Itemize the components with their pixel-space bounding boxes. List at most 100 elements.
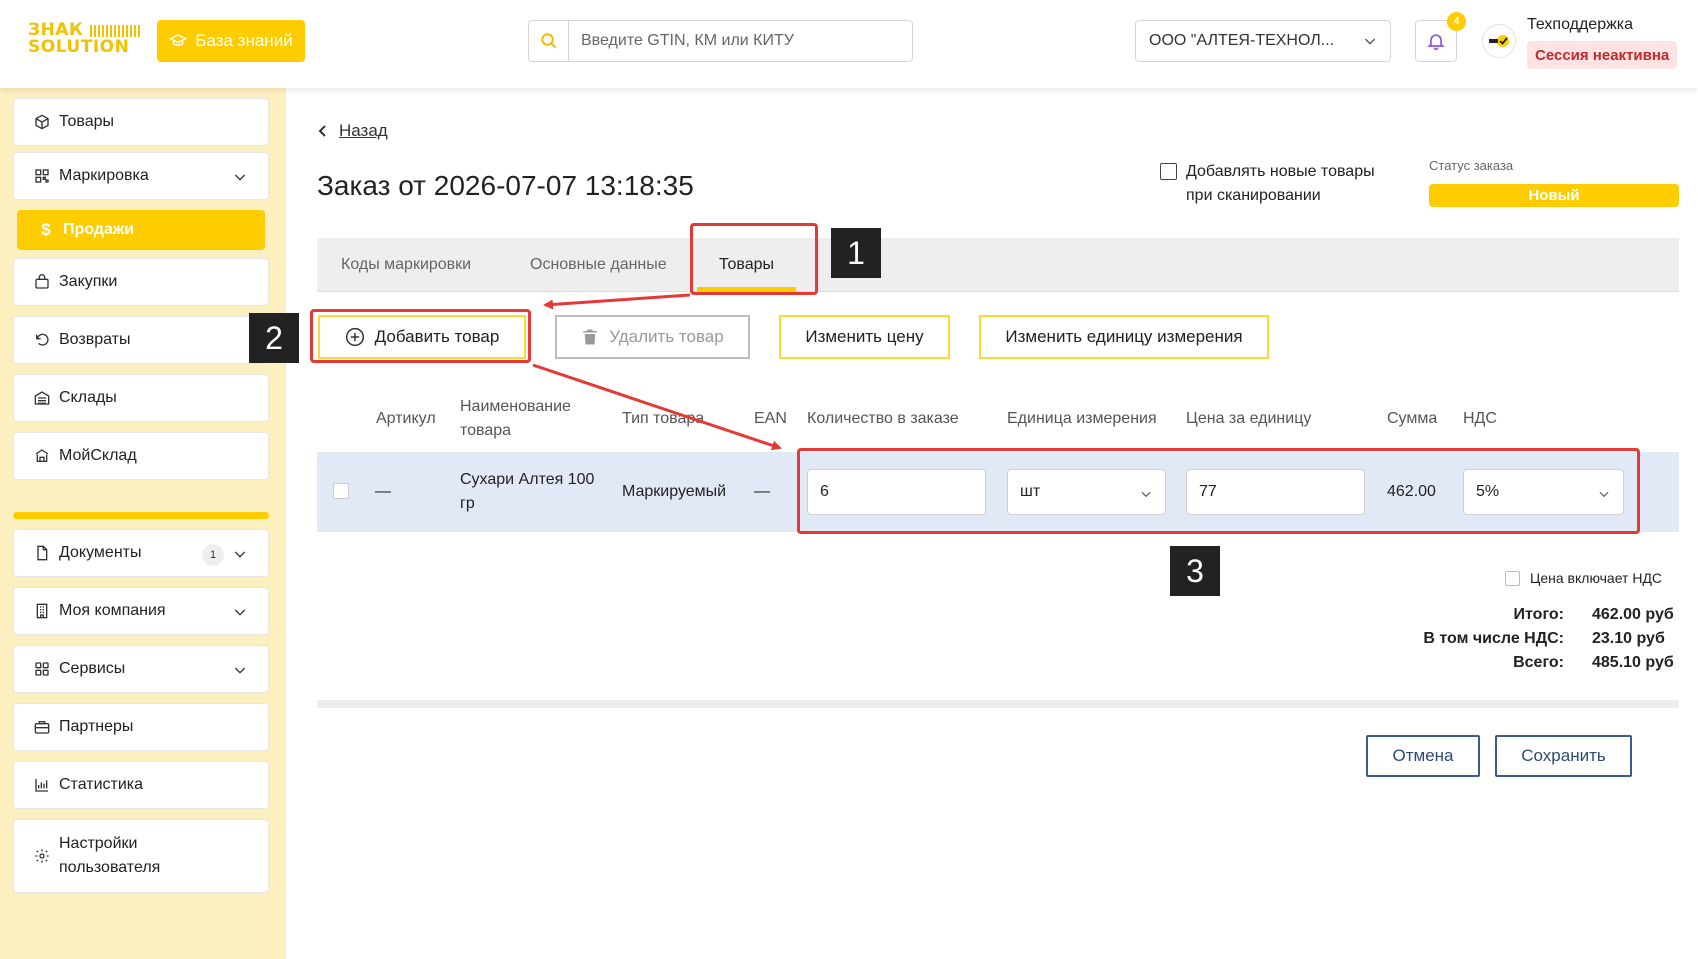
top-header: ЗНАК SOLUTION База знаний ООО "АЛТЕЯ-ТЕХ… xyxy=(0,0,1698,88)
sidebar-item-statistics[interactable]: Статистика xyxy=(13,761,269,809)
sidebar-item-partners[interactable]: Партнеры xyxy=(13,703,269,751)
order-status-badge: Новый xyxy=(1429,184,1679,207)
graduation-cap-icon xyxy=(169,34,188,46)
logo-barcode-icon xyxy=(90,25,140,37)
notifications-button[interactable]: 4 xyxy=(1415,12,1466,62)
sidebar-item-user-settings[interactable]: Настройки пользователя xyxy=(13,819,269,893)
box-icon xyxy=(34,114,50,130)
checkbox[interactable] xyxy=(1160,163,1177,180)
checkbox[interactable] xyxy=(1505,570,1520,586)
building-icon xyxy=(34,603,50,619)
sidebar-item-label: Сервисы xyxy=(59,660,126,677)
organization-name: ООО "АЛТЕЯ-ТЕХНОЛ... xyxy=(1149,32,1335,49)
logo-line2: SOLUTION xyxy=(28,37,130,57)
search-box[interactable] xyxy=(528,20,913,62)
divider xyxy=(317,700,1679,708)
annotation-number-3: 3 xyxy=(1170,546,1220,596)
grand-total-label: Всего: xyxy=(1513,654,1564,671)
sidebar-item-returns[interactable]: Возвраты xyxy=(13,316,269,364)
knowledge-base-button[interactable]: База знаний xyxy=(157,20,305,62)
sidebar-item-warehouses[interactable]: Склады xyxy=(13,374,269,422)
back-link[interactable]: Назад xyxy=(317,121,388,141)
col-header-qty: Количество в заказе xyxy=(807,410,959,427)
add-new-on-scan-checkbox[interactable]: Добавлять новые товары при сканировании xyxy=(1160,160,1391,208)
chevron-down-icon xyxy=(1364,38,1376,45)
grand-total-value: 485.10 руб xyxy=(1592,654,1674,671)
back-label: Назад xyxy=(339,121,388,140)
row-checkbox[interactable] xyxy=(333,483,349,499)
sidebar-item-label: Склады xyxy=(59,389,117,406)
sidebar-item-services[interactable]: Сервисы xyxy=(13,645,269,693)
return-icon xyxy=(34,332,50,348)
price-includes-vat-label: Цена включает НДС xyxy=(1530,570,1663,586)
sidebar-item-label: Товары xyxy=(59,113,115,130)
sidebar-item-marking[interactable]: Маркировка xyxy=(13,152,269,200)
bell-icon xyxy=(1427,34,1445,51)
notification-count-badge: 4 xyxy=(1447,12,1466,31)
warehouse-icon xyxy=(34,390,50,406)
change-price-button[interactable]: Изменить цену xyxy=(779,315,950,359)
chevron-down-icon xyxy=(234,174,246,181)
sidebar: Товары Маркировка $ Продажи Закупки Возв… xyxy=(0,88,286,959)
tab-marking-codes[interactable]: Коды маркировки xyxy=(341,238,471,292)
col-header-ean: EAN xyxy=(754,410,787,427)
grid-icon xyxy=(34,168,50,184)
markbox-logo-icon xyxy=(1485,27,1513,55)
sidebar-item-sales[interactable]: $ Продажи xyxy=(17,210,265,250)
sidebar-item-label: Возвраты xyxy=(59,331,131,348)
sidebar-item-my-company[interactable]: Моя компания xyxy=(13,587,269,635)
sidebar-item-label: Статистика xyxy=(59,776,144,793)
logo[interactable]: ЗНАК SOLUTION xyxy=(28,22,143,60)
trash-icon xyxy=(583,329,598,345)
add-new-on-scan-label: Добавлять новые товары при сканировании xyxy=(1186,163,1375,204)
annotation-number-1: 1 xyxy=(831,228,881,278)
sidebar-item-moysklad[interactable]: МойСклад xyxy=(13,432,269,480)
apps-icon xyxy=(34,661,50,677)
sidebar-item-label: Продажи xyxy=(63,221,135,238)
annotation-box-row xyxy=(797,448,1640,534)
cell-article: — xyxy=(375,483,391,500)
sidebar-item-purchases[interactable]: Закупки xyxy=(13,258,269,306)
col-header-article: Артикул xyxy=(376,410,436,427)
save-button[interactable]: Сохранить xyxy=(1495,735,1632,777)
briefcase-icon xyxy=(34,719,50,735)
support-name: Техподдержка xyxy=(1527,16,1634,33)
dollar-icon: $ xyxy=(41,220,51,239)
col-header-sum: Сумма xyxy=(1387,410,1438,427)
change-price-label: Изменить цену xyxy=(805,327,924,346)
search-input[interactable] xyxy=(569,32,899,50)
price-includes-vat-checkbox[interactable]: Цена включает НДС xyxy=(1505,570,1662,586)
annotation-number-2: 2 xyxy=(249,313,299,363)
bag-icon xyxy=(34,274,50,290)
delete-product-button[interactable]: Удалить товар xyxy=(555,315,750,359)
change-unit-label: Изменить единицу измерения xyxy=(1005,327,1243,346)
chart-icon xyxy=(34,777,50,793)
sidebar-item-products[interactable]: Товары xyxy=(13,98,269,146)
change-unit-button[interactable]: Изменить единицу измерения xyxy=(979,315,1269,359)
cell-ean: — xyxy=(754,483,770,500)
chevron-down-icon xyxy=(234,609,246,616)
sidebar-item-label: Маркировка xyxy=(59,167,149,184)
avatar[interactable] xyxy=(1482,24,1516,58)
organization-select[interactable]: ООО "АЛТЕЯ-ТЕХНОЛ... xyxy=(1135,20,1391,62)
document-icon xyxy=(34,545,50,561)
cancel-label: Отмена xyxy=(1392,746,1454,765)
tab-label: Основные данные xyxy=(530,256,667,273)
tab-main-data[interactable]: Основные данные xyxy=(530,238,667,292)
sidebar-item-documents[interactable]: Документы 1 xyxy=(13,529,269,577)
cell-name: Сухари Алтея 100 гр xyxy=(460,471,595,512)
tab-label: Коды маркировки xyxy=(341,256,472,273)
col-header-type: Тип товара xyxy=(622,410,705,427)
cancel-button[interactable]: Отмена xyxy=(1366,735,1480,777)
arrow-tab-to-add xyxy=(543,293,691,310)
sidebar-item-label: Закупки xyxy=(59,273,118,290)
vat-total-label: В том числе НДС: xyxy=(1423,630,1564,647)
page-title: Заказ от 2026-07-07 13:18:35 xyxy=(317,170,694,201)
annotation-box-add xyxy=(310,309,531,363)
annotation-box-tab xyxy=(690,223,818,295)
knowledge-base-label: База знаний xyxy=(195,31,293,50)
cell-type: Маркируемый xyxy=(622,483,727,500)
chevron-down-icon xyxy=(234,667,246,674)
vat-total-value: 23.10 руб xyxy=(1592,630,1665,647)
documents-count-badge: 1 xyxy=(202,544,224,566)
